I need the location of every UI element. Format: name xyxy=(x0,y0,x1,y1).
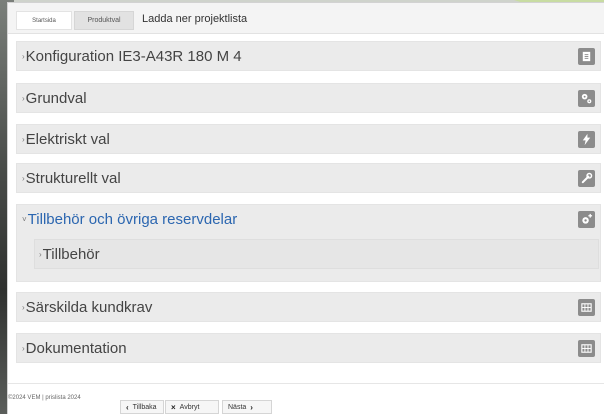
section-title: Dokumentation xyxy=(25,340,127,357)
chevron-right-icon: › xyxy=(22,174,25,183)
close-icon: × xyxy=(171,402,176,412)
chevron-right-icon: › xyxy=(22,135,25,144)
chevron-right-icon: › xyxy=(22,94,25,103)
gears-icon[interactable] xyxy=(578,90,595,107)
cancel-button[interactable]: × Avbryt xyxy=(165,400,219,414)
tab-produktval[interactable]: Produktval xyxy=(74,11,134,30)
subsection-tillbehor[interactable]: › Tillbehör xyxy=(34,239,599,269)
subsection-title: Tillbehör xyxy=(42,246,100,263)
tab-bar: Startsida Produktval Ladda ner projektli… xyxy=(8,3,604,34)
back-label: Tillbaka xyxy=(132,403,157,411)
next-button[interactable]: Nästa › xyxy=(222,400,272,414)
configurator-window: Startsida Produktval Ladda ner projektli… xyxy=(7,2,604,414)
footer-divider xyxy=(8,383,604,384)
cancel-label: Avbryt xyxy=(179,403,200,411)
chevron-left-icon: ‹ xyxy=(126,402,129,412)
section-grundval[interactable]: › Grundval xyxy=(16,83,601,113)
chevron-down-icon: ˅ xyxy=(22,215,27,224)
chevron-right-icon: › xyxy=(22,344,25,353)
gear-plus-icon[interactable] xyxy=(578,211,595,228)
section-sarskilda-kundkrav[interactable]: › Särskilda kundkrav xyxy=(16,292,601,322)
section-title: Grundval xyxy=(25,90,87,107)
chevron-right-icon: › xyxy=(39,250,42,259)
download-project-list-link[interactable]: Ladda ner projektlista xyxy=(142,13,247,25)
document-icon[interactable] xyxy=(578,48,595,65)
section-title: Strukturellt val xyxy=(25,170,121,187)
section-title: Tillbehör och övriga reservdelar xyxy=(27,211,238,228)
section-title: Konfiguration IE3-A43R 180 M 4 xyxy=(25,48,242,65)
chevron-right-icon: › xyxy=(250,402,253,412)
grid-icon[interactable] xyxy=(578,299,595,316)
section-konfiguration[interactable]: › Konfiguration IE3-A43R 180 M 4 xyxy=(16,41,601,71)
section-tillbehor[interactable]: ˅ Tillbehör och övriga reservdelar › Til… xyxy=(16,204,601,282)
section-dokumentation[interactable]: › Dokumentation xyxy=(16,333,601,363)
section-title: Särskilda kundkrav xyxy=(25,299,153,316)
copyright-text: ©2024 VEM | prislista 2024 xyxy=(8,395,81,401)
grid-icon[interactable] xyxy=(578,340,595,357)
lightning-icon[interactable] xyxy=(578,131,595,148)
chevron-right-icon: › xyxy=(22,303,25,312)
back-button[interactable]: ‹ Tillbaka xyxy=(120,400,164,414)
tab-startsida[interactable]: Startsida xyxy=(16,11,72,30)
next-label: Nästa xyxy=(228,403,247,411)
wrench-icon[interactable] xyxy=(578,170,595,187)
section-strukturellt-val[interactable]: › Strukturellt val xyxy=(16,163,601,193)
section-title: Elektriskt val xyxy=(25,131,110,148)
section-elektriskt-val[interactable]: › Elektriskt val xyxy=(16,124,601,154)
chevron-right-icon: › xyxy=(22,52,25,61)
